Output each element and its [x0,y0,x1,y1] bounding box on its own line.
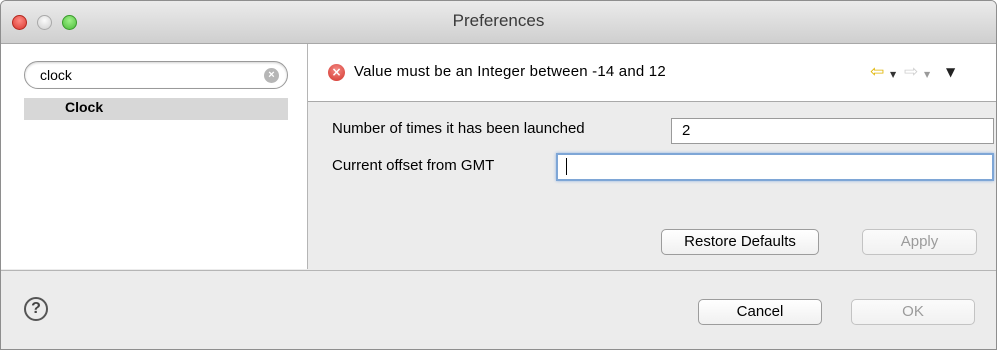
preferences-tree-panel: clock × Clock [1,44,308,269]
restore-defaults-button[interactable]: Restore Defaults [661,229,819,255]
tree-item-clock[interactable]: Clock [24,98,288,120]
error-icon: × [328,64,345,81]
apply-button[interactable]: Apply [862,229,977,255]
text-cursor [566,157,567,175]
ok-button[interactable]: OK [851,299,975,325]
launch-count-label: Number of times it has been launched [332,120,585,137]
forward-history-dropdown-icon[interactable]: ▼ [924,70,930,79]
filter-value: clock [40,67,72,83]
error-message: Value must be an Integer between -14 and… [354,63,666,80]
cancel-button[interactable]: Cancel [698,299,822,325]
filter-input[interactable]: clock × [24,61,288,89]
back-history-dropdown-icon[interactable]: ▼ [890,70,896,79]
preference-page: × Value must be an Integer between -14 a… [308,44,996,269]
gmt-offset-input[interactable] [556,153,994,181]
dialog-button-bar: ? Cancel OK [1,270,996,349]
clear-filter-icon[interactable]: × [264,68,279,83]
launch-count-input[interactable]: 2 [671,118,994,144]
back-arrow-icon[interactable]: ⇦ [870,62,884,82]
launch-count-value: 2 [682,122,691,139]
view-menu-icon[interactable]: ▼ [946,65,955,79]
preferences-window: Preferences clock × Clock × Value must b… [0,0,997,350]
message-bar: × Value must be an Integer between -14 a… [308,44,996,102]
window-title: Preferences [452,11,545,30]
gmt-offset-label: Current offset from GMT [332,157,495,174]
title-bar: Preferences [1,1,996,44]
forward-arrow-icon[interactable]: ⇨ [904,62,918,82]
help-icon[interactable]: ? [24,297,48,321]
